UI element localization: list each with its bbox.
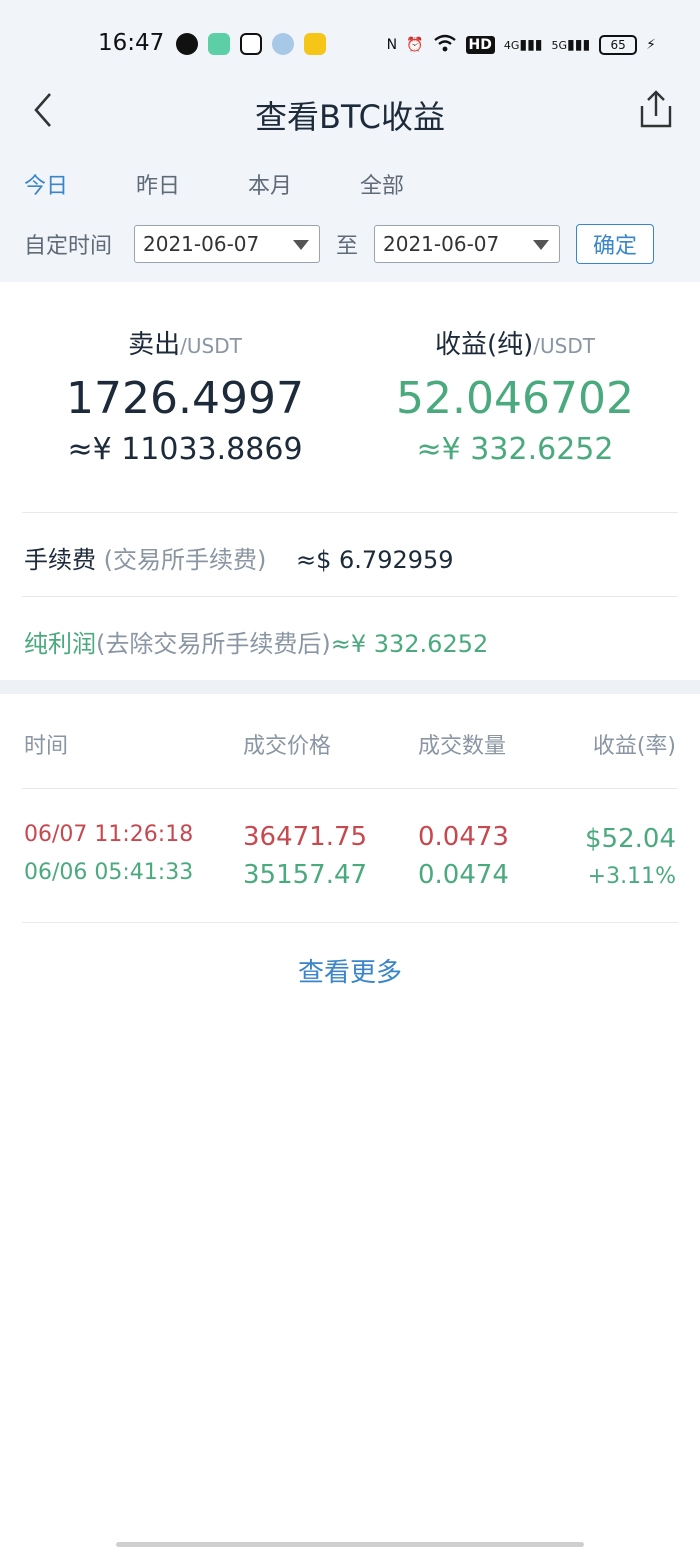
confirm-button[interactable]: 确定 (576, 224, 654, 264)
divider (22, 512, 678, 513)
sell-cny: ≈¥ 11033.8869 (67, 432, 303, 467)
start-date-select[interactable]: 2021-06-07 (134, 225, 320, 263)
dropdown-caret-icon (533, 240, 549, 250)
section-separator (0, 680, 700, 694)
nfc-icon: N (386, 37, 398, 53)
app-notification-icon (176, 33, 198, 55)
tab-yesterday[interactable]: 昨日 (136, 168, 248, 200)
app-notification-icon (272, 33, 294, 55)
alarm-icon: ⏰ (406, 37, 424, 53)
nav-bar: 查看BTC收益 (0, 88, 700, 150)
date-filter: 自定时间 2021-06-07 至 2021-06-07 确定 (24, 224, 654, 264)
divider (22, 788, 678, 789)
profit-value: 52.046702 (396, 373, 634, 424)
trade-rate: +3.11% (587, 864, 676, 889)
hd-icon: HD (465, 36, 495, 54)
end-date-select[interactable]: 2021-06-07 (374, 225, 560, 263)
buy-qty: 0.0474 (418, 860, 509, 890)
header-profit: 收益(率) (592, 734, 676, 759)
profit-summary: 收益(纯)/USDT 52.046702 ≈¥ 332.6252 (340, 324, 690, 467)
wifi-icon (433, 33, 457, 57)
sell-price: 36471.75 (243, 822, 368, 852)
signal-4g-icon: 4G▮▮▮ (503, 37, 543, 53)
buy-price: 35157.47 (243, 860, 368, 890)
sell-value: 1726.4997 (66, 373, 304, 424)
fee-label: 手续费 (24, 546, 96, 574)
home-indicator[interactable] (116, 1542, 584, 1547)
status-time: 16:47 (98, 30, 165, 56)
divider (22, 596, 678, 597)
signal-5g-icon: 5G▮▮▮ (551, 37, 591, 53)
view-more-link[interactable]: 查看更多 (0, 952, 700, 989)
sell-summary: 卖出/USDT 1726.4997 ≈¥ 11033.8869 (10, 324, 360, 467)
period-tabs: 今日 昨日 本月 全部 (24, 168, 472, 200)
app-notification-icon (208, 33, 230, 55)
fee-value: ≈$ 6.792959 (296, 546, 454, 574)
buy-time: 06/06 05:41:33 (24, 860, 194, 885)
start-date-value: 2021-06-07 (143, 232, 260, 256)
to-label: 至 (335, 234, 358, 259)
custom-time-label: 自定时间 (24, 234, 113, 259)
fee-row: 手续费 (交易所手续费) ≈$ 6.792959 (24, 540, 454, 575)
net-profit-label: 纯利润 (24, 630, 96, 658)
trade-profit: $52.04 (585, 824, 676, 854)
fee-sub: (交易所手续费) (103, 546, 267, 574)
net-profit-sub: (去除交易所手续费后) (96, 630, 331, 658)
profit-unit: /USDT (533, 334, 595, 358)
notification-icons (176, 33, 326, 55)
tab-this-month[interactable]: 本月 (248, 168, 360, 200)
header-price: 成交价格 (243, 734, 332, 759)
system-icons: N ⏰ HD 4G▮▮▮ 5G▮▮▮ 65 ⚡ (387, 33, 656, 57)
end-date-value: 2021-06-07 (383, 232, 500, 256)
dropdown-caret-icon (293, 240, 309, 250)
share-icon[interactable] (638, 88, 674, 132)
charging-icon: ⚡ (646, 37, 656, 53)
header-time: 时间 (24, 734, 69, 759)
battery-icon: 65 (599, 35, 638, 55)
status-bar: 16:47 N ⏰ HD 4G▮▮▮ 5G▮▮▮ 65 ⚡ (0, 0, 700, 88)
net-profit-row: 纯利润(去除交易所手续费后)≈¥ 332.6252 (24, 624, 488, 659)
page-title: 查看BTC收益 (255, 98, 445, 136)
app-notification-icon (304, 33, 326, 55)
app-notification-icon (240, 33, 262, 55)
sell-time: 06/07 11:26:18 (24, 822, 194, 847)
sell-unit: /USDT (180, 334, 242, 358)
header-area: 16:47 N ⏰ HD 4G▮▮▮ 5G▮▮▮ 65 ⚡ 查看BTC收益 今日… (0, 0, 700, 282)
sell-qty: 0.0473 (418, 822, 509, 852)
divider (22, 922, 678, 923)
summary-card: 卖出/USDT 1726.4997 ≈¥ 11033.8869 收益(纯)/US… (0, 282, 700, 680)
trades-table: 时间 成交价格 成交数量 收益(率) 06/07 11:26:18 36471.… (0, 694, 700, 1554)
profit-cny: ≈¥ 332.6252 (416, 432, 614, 467)
sell-title: 卖出 (128, 330, 181, 360)
tab-today[interactable]: 今日 (24, 168, 136, 200)
header-qty: 成交数量 (418, 734, 507, 759)
profit-title: 收益(纯) (435, 330, 534, 360)
tab-all[interactable]: 全部 (360, 168, 472, 200)
net-profit-value: ≈¥ 332.6252 (330, 630, 489, 658)
